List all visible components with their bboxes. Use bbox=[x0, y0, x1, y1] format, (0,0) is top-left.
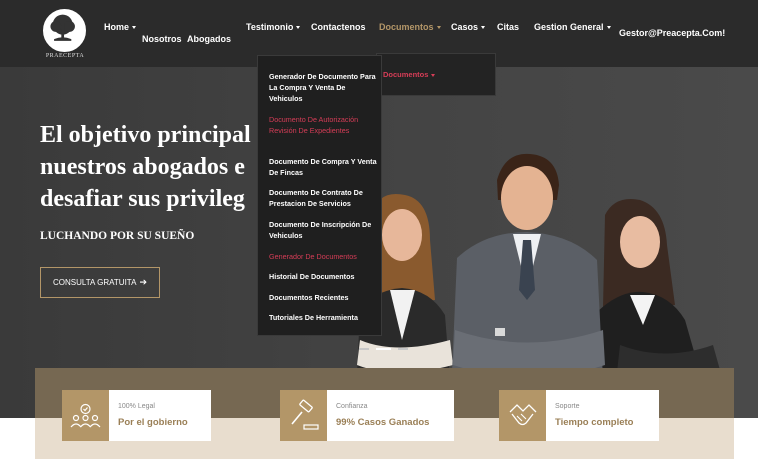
dropdown-item-contrato-servicios[interactable]: Documento De Contrato De Prestacion De S… bbox=[269, 187, 377, 209]
logo-text: PRAECEPTA bbox=[45, 53, 85, 59]
hero-subtitle: LUCHANDO POR SU SUEÑO bbox=[40, 230, 195, 242]
feature-big-text: Tiempo completo bbox=[555, 417, 634, 428]
hero-title: El objetivo principal nuestros abogados … bbox=[40, 119, 280, 215]
dropdown-item-compra-venta-fincas[interactable]: Documento De Compra Y Venta De Fincas bbox=[269, 156, 377, 178]
cta-label: CONSULTA GRATUITA bbox=[53, 278, 137, 287]
chevron-down-icon bbox=[132, 26, 137, 30]
slider-dot[interactable] bbox=[398, 348, 408, 350]
submenu-documentos-label: Documentos bbox=[383, 70, 429, 79]
nav-gestion-general[interactable]: Gestion General bbox=[534, 22, 611, 32]
dropdown-item-compra-venta-vehiculos[interactable]: Generador De Documento Para La Compra Y … bbox=[269, 71, 377, 104]
feature-big-text: 99% Casos Ganados bbox=[336, 417, 430, 428]
feature-card-legal: 100% Legal Por el gobierno bbox=[62, 390, 211, 441]
nav-documentos-label: Documentos bbox=[379, 22, 434, 32]
feature-card-confianza: Confianza 99% Casos Ganados bbox=[280, 390, 454, 441]
chevron-down-icon bbox=[296, 26, 301, 30]
gavel-icon bbox=[280, 390, 327, 441]
hero-title-line: nuestros abogados e bbox=[40, 154, 245, 180]
documentos-dropdown: Generador De Documento Para La Compra Y … bbox=[257, 55, 382, 336]
dropdown-item-generador-documentos[interactable]: Generador De Documentos bbox=[269, 251, 377, 262]
feature-small-text: Confianza bbox=[336, 403, 368, 410]
dropdown-item-documentos-recientes[interactable]: Documentos Recientes bbox=[269, 292, 377, 303]
nav-home-label: Home bbox=[104, 22, 130, 32]
dropdown-item-inscripcion-vehiculos[interactable]: Documento De Inscripción De Vehiculos bbox=[269, 219, 377, 241]
nav-casos-label: Casos bbox=[451, 22, 479, 32]
nav-casos[interactable]: Casos bbox=[451, 22, 486, 32]
tree-logo-icon bbox=[43, 9, 86, 52]
arrow-right-icon: ➔ bbox=[139, 277, 147, 287]
feature-small-text: Soporte bbox=[555, 403, 580, 410]
feature-small-text: 100% Legal bbox=[118, 403, 155, 410]
dropdown-item-historial-documentos[interactable]: Historial De Documentos bbox=[269, 271, 377, 282]
nav-documentos[interactable]: Documentos bbox=[379, 22, 441, 32]
nav-testimonio[interactable]: Testimonio bbox=[246, 22, 301, 32]
nav-abogados[interactable]: Abogados bbox=[187, 34, 231, 44]
chevron-down-icon bbox=[481, 26, 486, 30]
free-consultation-button[interactable]: CONSULTA GRATUITA ➔ bbox=[40, 267, 160, 298]
nav-email[interactable]: Gestor@Preacepta.Com! bbox=[619, 28, 725, 38]
nav-gestion-label: Gestion General bbox=[534, 22, 604, 32]
nav-contactenos[interactable]: Contactenos bbox=[311, 22, 366, 32]
logo[interactable]: PRAECEPTA bbox=[42, 9, 88, 59]
nav-testimonio-label: Testimonio bbox=[246, 22, 294, 32]
chevron-down-icon bbox=[606, 26, 611, 30]
nav-nosotros[interactable]: Nosotros bbox=[142, 34, 182, 44]
nav-home[interactable]: Home bbox=[104, 22, 137, 32]
dropdown-item-tutoriales[interactable]: Tutoriales De Herramienta bbox=[269, 312, 377, 323]
slider-dot[interactable] bbox=[359, 348, 369, 350]
feature-card-soporte: Soporte Tiempo completo bbox=[499, 390, 659, 441]
chevron-down-icon bbox=[431, 73, 436, 77]
feature-big-text: Por el gobierno bbox=[118, 417, 188, 428]
hero-title-line: desafiar sus privileg bbox=[40, 186, 245, 212]
chevron-down-icon bbox=[436, 26, 441, 30]
nav-citas[interactable]: Citas bbox=[497, 22, 519, 32]
documentos-submenu: Documentos bbox=[376, 53, 496, 96]
hero-title-line: El objetivo principal bbox=[40, 122, 251, 148]
slider-dot-active[interactable] bbox=[376, 348, 391, 350]
people-check-icon bbox=[62, 390, 109, 441]
handshake-icon bbox=[499, 390, 546, 441]
submenu-documentos[interactable]: Documentos bbox=[383, 70, 436, 79]
dropdown-item-autorizacion-expedientes[interactable]: Documento De Autorización Revisión De Ex… bbox=[269, 114, 377, 136]
